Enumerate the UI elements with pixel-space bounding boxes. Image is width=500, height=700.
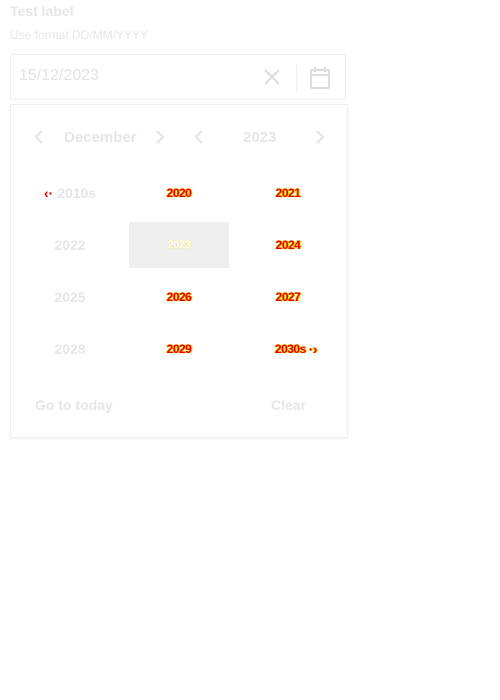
field-divider <box>296 65 297 91</box>
chevron-left-icon[interactable] <box>192 129 208 145</box>
year-cell[interactable]: 2025 <box>20 274 120 320</box>
year-cell-label: 2022 <box>54 237 86 253</box>
chevron-right-icon[interactable] <box>151 129 167 145</box>
year-cell-label: 2021 <box>275 186 301 200</box>
clear-button[interactable]: Clear <box>271 397 306 413</box>
year-cell[interactable]: 2029 <box>129 326 229 372</box>
go-to-today-button[interactable]: Go to today <box>35 397 113 413</box>
year-cell-next-decade[interactable]: 2030s ·› <box>246 326 346 372</box>
year-cell[interactable]: 2021 <box>238 170 338 216</box>
date-field <box>10 54 346 100</box>
chevron-left-icon: ‹· <box>43 185 54 201</box>
year-cell[interactable]: 2028 <box>20 326 120 372</box>
year-cell-label: 2020 <box>166 186 192 200</box>
year-cell-label: 2026 <box>166 290 192 304</box>
chevron-right-icon: ·› <box>308 341 318 357</box>
year-cell[interactable]: 2020 <box>129 170 229 216</box>
year-cell-label: 2030s <box>274 342 306 356</box>
date-picker-root: Test label Use format DD/MM/YYYY Decembe… <box>0 0 500 700</box>
year-cell[interactable]: 2026 <box>129 274 229 320</box>
year-cell-prev-decade[interactable]: ‹· 2010s <box>20 170 120 216</box>
month-selector[interactable]: December <box>64 129 137 146</box>
field-hint: Use format DD/MM/YYYY <box>10 28 149 42</box>
year-cell-label: 2024 <box>275 238 301 252</box>
calendar-popup: December 2023 ‹· 2010s 2020 2021 2022 20… <box>10 104 348 438</box>
year-cell-label: 2029 <box>166 342 192 356</box>
field-label: Test label <box>10 3 74 19</box>
chevron-right-icon[interactable] <box>311 129 327 145</box>
chevron-left-icon[interactable] <box>32 129 48 145</box>
close-icon[interactable] <box>261 66 283 88</box>
year-cell[interactable]: 2022 <box>20 222 120 268</box>
year-cell-selected[interactable]: 2023 <box>129 222 229 268</box>
year-cell-label: 2025 <box>54 289 86 305</box>
calendar-icon[interactable] <box>309 66 331 90</box>
year-cell-label: 2028 <box>54 341 86 357</box>
year-cell-label: 2010s <box>57 185 97 201</box>
year-cell-label: 2027 <box>275 290 301 304</box>
year-cell[interactable]: 2024 <box>238 222 338 268</box>
year-cell[interactable]: 2027 <box>238 274 338 320</box>
year-cell-label: 2023 <box>167 239 191 251</box>
year-selector[interactable]: 2023 <box>243 129 276 146</box>
date-input[interactable] <box>19 67 239 85</box>
